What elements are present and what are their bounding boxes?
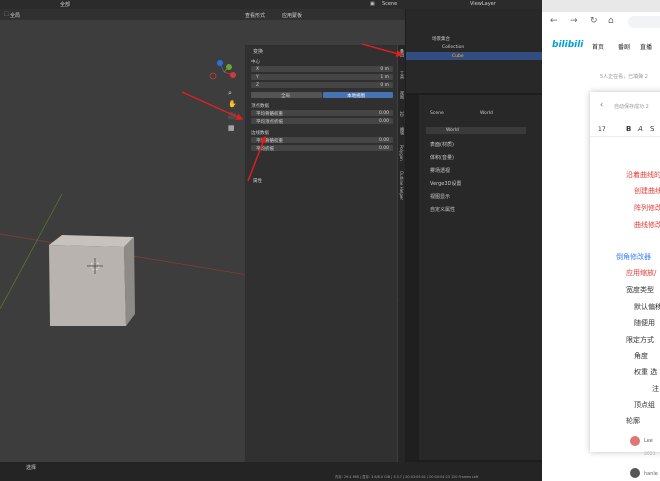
nav-live[interactable]: 直播: [640, 42, 652, 51]
font-size-select[interactable]: 17: [598, 126, 606, 133]
avatar-2[interactable]: [630, 468, 640, 478]
section-surface[interactable]: 表面(材质): [430, 141, 454, 148]
view-menu[interactable]: 全部: [60, 1, 70, 8]
scene-icon: ▣: [370, 1, 375, 7]
autosave-status: 自动保存成功 2: [614, 104, 649, 110]
outliner-collection[interactable]: Collection: [442, 45, 464, 50]
properties-editor: Scene World World 表面(材质) 体积(音量) 雾场透视 Ver…: [406, 95, 542, 460]
blender-topbar: 全部 ▣ Scene ViewLayer: [0, 0, 542, 9]
comment-user[interactable]: Lee: [644, 438, 653, 444]
format-toolbar: 17 B A S: [590, 122, 660, 137]
bold-button[interactable]: B: [626, 125, 631, 133]
doc-line-14: 轮廓: [626, 417, 640, 425]
doc-line-3: 曲线修改: [634, 221, 660, 229]
view-layer-selector[interactable]: ViewLayer: [470, 1, 496, 7]
outliner: 场景集合 Collection Cube: [406, 9, 542, 93]
nav-home[interactable]: 首页: [592, 42, 604, 51]
doc-line-10: 角度: [634, 352, 648, 360]
browser-tabbar: [542, 0, 660, 12]
doc-line-9: 限定方式: [626, 336, 654, 344]
bilibili-logo[interactable]: bilibili: [552, 40, 583, 50]
browser-window: ← → ↻ ⌂ bilibili 首页 番剧 直播 5人正在看，已填弹 2 ‹ …: [542, 0, 660, 481]
section-verge3d[interactable]: Verge3D设置: [430, 180, 461, 187]
properties-icons: [406, 95, 419, 460]
annotation-arrows: [181, 43, 404, 182]
section-custom-props[interactable]: 自定义属性: [430, 206, 455, 213]
doc-line-12: 注: [652, 385, 659, 393]
doc-line-4: 倒角修改器: [616, 253, 651, 261]
outliner-root[interactable]: 场景集合: [432, 36, 450, 42]
section-viewport-display[interactable]: 视图显示: [430, 193, 450, 200]
3d-viewport[interactable]: ⬚ 全局 查看形式 应用蒙板 ⌕ ✋ 🎥 ▦ 变换 中心 X0 m Y 1 m …: [0, 9, 405, 462]
doc-line-6: 宽度类型: [626, 286, 654, 294]
world-selector[interactable]: World: [426, 127, 526, 134]
doc-line-1: 创建曲线: [634, 187, 660, 195]
address-bar[interactable]: [628, 16, 660, 28]
note-back-icon[interactable]: ‹: [600, 100, 603, 109]
doc-line-11: 权重 选: [634, 368, 658, 376]
breadcrumb-world[interactable]: World: [480, 111, 493, 116]
doc-line-2: 阵列修改: [634, 204, 660, 212]
doc-line-13: 顶点组: [634, 401, 655, 409]
doc-line-0: 沿着曲线的: [626, 171, 660, 179]
outliner-cube-row[interactable]: Cube: [406, 52, 542, 60]
forward-button[interactable]: →: [570, 16, 578, 26]
back-button[interactable]: ←: [550, 16, 558, 26]
strike-button[interactable]: S: [650, 125, 654, 133]
status-info: 内存: 29.4 MiB | 显存: 3.6/8.0 GiB | 3.3.7 |…: [335, 475, 479, 479]
cube-label: Cube: [452, 53, 464, 59]
status-bar: 选择 内存: 29.4 MiB | 显存: 3.6/8.0 GiB | 3.3.…: [0, 462, 542, 481]
scene-selector[interactable]: Scene: [382, 1, 397, 7]
home-button[interactable]: ⌂: [608, 16, 614, 26]
doc-line-7: 默认偏移: [634, 303, 660, 311]
section-volume[interactable]: 体积(音量): [430, 154, 454, 161]
doc-line-5: 应用缩放/: [626, 269, 657, 277]
comment-date: 2021: [644, 452, 656, 457]
online-count: 5人正在看，已填弹 2: [600, 74, 648, 80]
nav-anime[interactable]: 番剧: [618, 42, 630, 51]
reload-button[interactable]: ↻: [590, 16, 598, 26]
doc-line-8: 随便用: [634, 319, 655, 327]
breadcrumb-scene[interactable]: Scene: [430, 111, 444, 116]
avatar[interactable]: [630, 436, 640, 446]
select-menu[interactable]: 选择: [26, 464, 36, 471]
italic-button[interactable]: A: [638, 125, 643, 133]
section-mist[interactable]: 雾场透视: [430, 167, 450, 174]
comment-user-2[interactable]: hanle: [644, 471, 658, 477]
